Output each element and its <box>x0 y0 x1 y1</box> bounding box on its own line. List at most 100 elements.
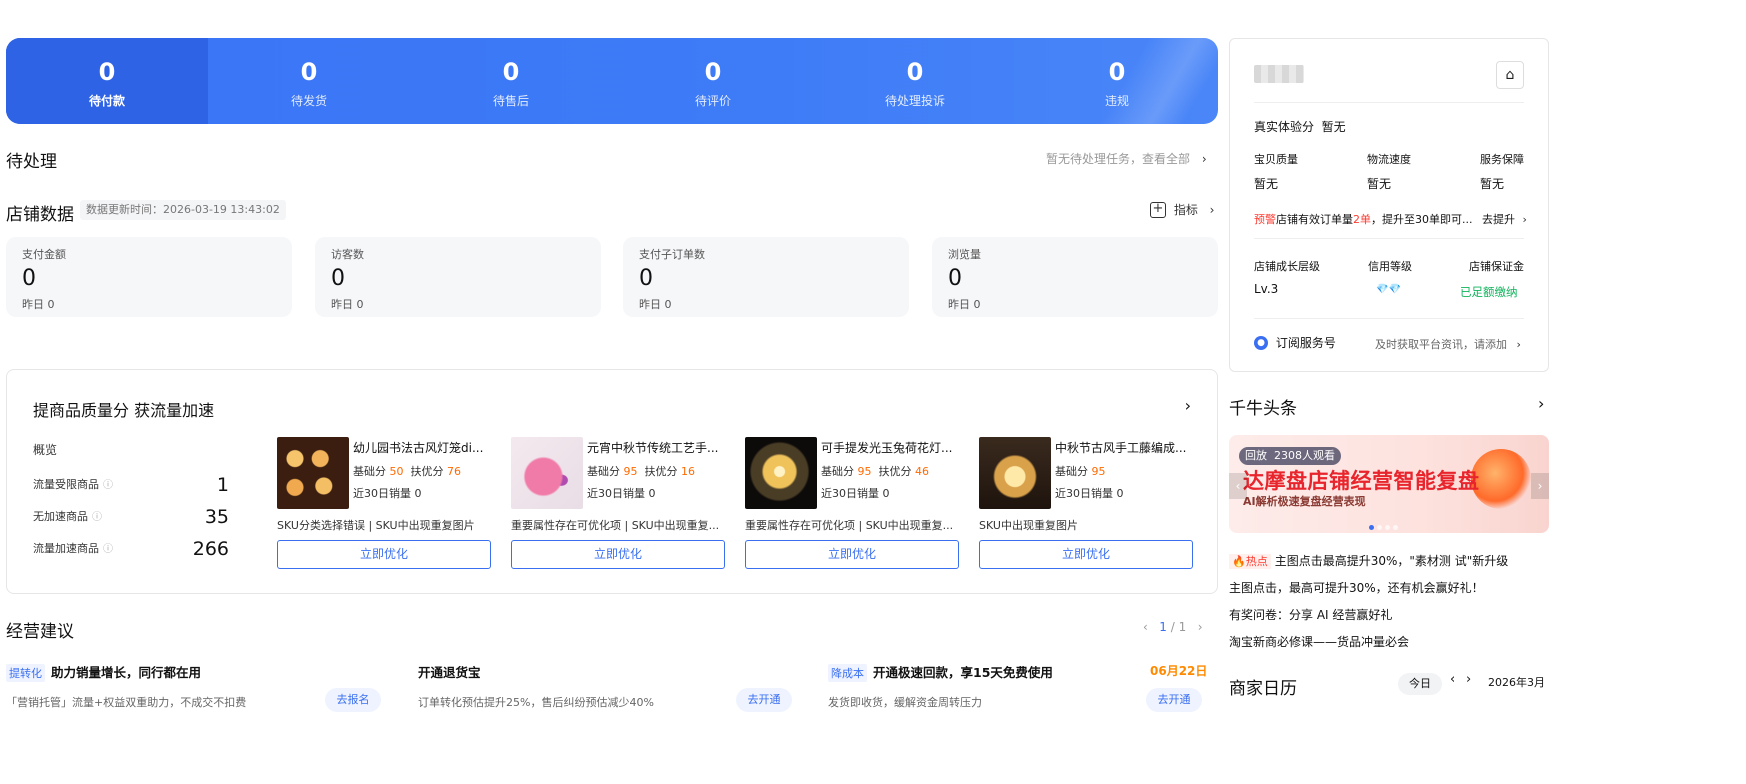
status-pending-review[interactable]: 0 待评价 <box>612 38 814 124</box>
advice-item-title[interactable]: 开通退货宝 <box>418 662 481 681</box>
calendar-title: 商家日历 <box>1229 679 1297 699</box>
next-page-icon[interactable]: › <box>1198 620 1203 634</box>
metric-card-pageviews[interactable]: 浏览量 0 昨日 0 <box>932 237 1218 317</box>
carousel-prev-icon[interactable]: ‹ <box>1229 473 1247 499</box>
promo-headline: 达摩盘店铺经营智能复盘 <box>1243 469 1480 493</box>
overview-row-no-boost[interactable]: 无加速商品 ⓘ 35 <box>33 505 229 529</box>
rocket-icon <box>1471 449 1531 509</box>
today-button[interactable]: 今日 <box>1398 673 1442 695</box>
optimize-button[interactable]: 立即优化 <box>277 540 491 569</box>
info-icon: ⓘ <box>103 480 113 491</box>
overview-value: 35 <box>204 506 229 528</box>
calendar-next-icon[interactable]: › <box>1466 672 1471 687</box>
quality-title: 提商品质量分 获流量加速 <box>33 401 215 420</box>
carousel-next-icon[interactable]: › <box>1531 473 1549 499</box>
product-image[interactable] <box>511 437 583 509</box>
plus-square-icon: + <box>1150 201 1166 218</box>
advice-item-title[interactable]: 提转化 助力销量增长，同行都在用 <box>6 662 201 682</box>
metrics-button[interactable]: + 指标 › <box>1150 201 1214 218</box>
product-score: 基础分 50 扶优分 76 <box>353 465 461 478</box>
advice-tag: 提转化 <box>6 664 45 682</box>
metric-yesterday: 昨日 0 <box>331 298 364 311</box>
pending-view-all-link[interactable]: 暂无待处理任务，查看全部 › <box>1046 150 1207 167</box>
news-item[interactable]: 主图点击，最高可提升30%，还有机会赢好礼！ <box>1229 579 1484 596</box>
status-pending-payment[interactable]: 0 待付款 <box>6 38 208 124</box>
status-count: 0 <box>98 58 116 86</box>
shop-name-blurred <box>1254 65 1304 83</box>
status-after-sales[interactable]: 0 待售后 <box>410 38 612 124</box>
order-warning[interactable]: 预警店铺有效订单量2单，提升至30单即可... 去提升 › <box>1254 211 1527 227</box>
calendar-prev-icon[interactable]: ‹ <box>1450 672 1455 687</box>
advice-item-title[interactable]: 降成本 开通极速回款，享15天免费使用 <box>828 662 1053 682</box>
optimize-button[interactable]: 立即优化 <box>745 540 959 569</box>
advice-title: 经营建议 <box>6 622 74 642</box>
shop-data-title: 店铺数据 <box>6 205 74 225</box>
advice-signup-button[interactable]: 去报名 <box>325 688 381 712</box>
improve-link[interactable]: 去提升 <box>1482 213 1515 226</box>
home-icon[interactable]: ⌂ <box>1496 61 1524 89</box>
advice-activate-button[interactable]: 去开通 <box>1146 688 1202 712</box>
chevron-right-icon: › <box>1201 152 1207 166</box>
product-score: 基础分 95 <box>1055 465 1106 478</box>
subscribe-service[interactable]: ● 订阅服务号 <box>1254 334 1336 351</box>
carousel-dots <box>1369 515 1409 530</box>
product-sales: 近30日销量 0 <box>1055 487 1124 500</box>
subscribe-hint[interactable]: 及时获取平台资讯，请添加 › <box>1375 336 1521 352</box>
promo-carousel[interactable]: 回放 2308人观看 达摩盘店铺经营智能复盘 AI解析极速复盘经营表现 ‹ › <box>1229 435 1549 533</box>
news-item[interactable]: 有奖问卷：分享 AI 经营赢好礼 <box>1229 606 1392 623</box>
news-item[interactable]: 淘宝新商必修课——货品冲量必会 <box>1229 633 1409 650</box>
advice-pager: ‹ 1 / 1 › <box>1143 620 1203 634</box>
news-item[interactable]: 🔥热点 主图点击最高提升30%，"素材测 试"新升级 <box>1229 552 1508 569</box>
metric-card-orders[interactable]: 支付子订单数 0 昨日 0 <box>623 237 909 317</box>
metric-yesterday: 昨日 0 <box>639 298 672 311</box>
product-name[interactable]: 幼儿园书法古风灯笼di... <box>353 439 493 456</box>
product-sales: 近30日销量 0 <box>587 487 656 500</box>
experience-score[interactable]: 真实体验分 暂无 <box>1254 118 1346 135</box>
product-sales: 近30日销量 0 <box>821 487 890 500</box>
optimize-button[interactable]: 立即优化 <box>979 540 1193 569</box>
product-name[interactable]: 元宵中秋节传统工艺手... <box>587 439 727 456</box>
overview-row-limited[interactable]: 流量受限商品 ⓘ 1 <box>33 473 229 497</box>
dim-label: 服务保障 <box>1480 153 1524 166</box>
advice-activate-button[interactable]: 去开通 <box>736 688 792 712</box>
metric-label: 支付金额 <box>22 248 66 261</box>
level-label: 信用等级 <box>1368 260 1412 273</box>
deposit-status[interactable]: 已足额缴纳 <box>1460 284 1518 300</box>
product-card: 中秋节古风手工藤编成... 基础分 95 近30日销量 0 SKU中出现重复图片… <box>979 437 1193 571</box>
dim-label: 物流速度 <box>1367 153 1411 166</box>
metric-card-payment[interactable]: 支付金额 0 昨日 0 <box>6 237 292 317</box>
status-count: 0 <box>502 58 520 86</box>
product-image[interactable] <box>979 437 1051 509</box>
product-card: 可手提发光玉兔荷花灯... 基础分 95 扶优分 46 近30日销量 0 重要属… <box>745 437 959 571</box>
status-label: 待处理投诉 <box>884 94 945 108</box>
chevron-right-icon[interactable]: › <box>1185 396 1191 415</box>
status-count: 0 <box>704 58 722 86</box>
status-count: 0 <box>300 58 318 86</box>
level-value[interactable]: Lv.3 <box>1254 282 1278 296</box>
chevron-right-icon: › <box>1516 338 1521 351</box>
product-name[interactable]: 中秋节古风手工藤编成... <box>1055 439 1195 456</box>
metric-label: 支付子订单数 <box>639 248 705 261</box>
overview-key: 无加速商品 <box>33 510 88 523</box>
divider <box>1254 238 1524 239</box>
metric-card-visitors[interactable]: 访客数 0 昨日 0 <box>315 237 601 317</box>
overview-row-boosted[interactable]: 流量加速商品 ⓘ 266 <box>33 537 229 561</box>
product-name[interactable]: 可手提发光玉兔荷花灯... <box>821 439 961 456</box>
status-complaints[interactable]: 0 待处理投诉 <box>814 38 1016 124</box>
status-violations[interactable]: 0 违规 <box>1016 38 1218 124</box>
chevron-right-icon[interactable]: › <box>1538 394 1544 413</box>
status-pending-shipment[interactable]: 0 待发货 <box>208 38 410 124</box>
advice-item-desc: 「营销托管」流量+权益双重助力，不成交不扣费 <box>6 696 247 709</box>
current-page: 1 <box>1159 620 1167 634</box>
product-image[interactable] <box>745 437 817 509</box>
level-label: 店铺成长层级 <box>1254 260 1320 273</box>
prev-page-icon[interactable]: ‹ <box>1143 620 1148 634</box>
diamond-icon[interactable]: 💎💎 <box>1376 284 1401 295</box>
product-score: 基础分 95 扶优分 16 <box>587 465 695 478</box>
optimize-button[interactable]: 立即优化 <box>511 540 725 569</box>
status-count: 0 <box>906 58 924 86</box>
level-label: 店铺保证金 <box>1469 260 1524 273</box>
overview-key: 流量受限商品 <box>33 478 99 491</box>
product-image[interactable] <box>277 437 349 509</box>
fire-icon: 🔥热点 <box>1229 554 1271 569</box>
